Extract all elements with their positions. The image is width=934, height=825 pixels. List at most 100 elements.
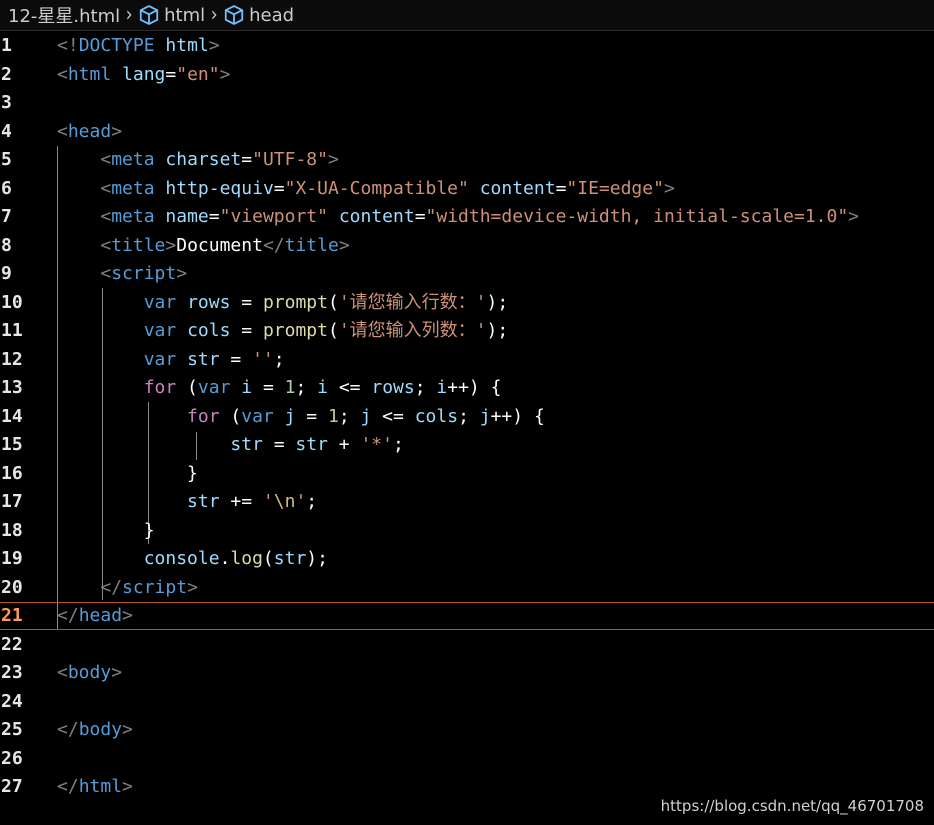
code-token: body (67, 662, 112, 683)
code-line[interactable]: 16 } (0, 460, 934, 488)
code-token: > (663, 177, 675, 199)
code-token: cols (187, 320, 231, 341)
chevron-right-icon: › (125, 3, 133, 27)
line-number: 9 (1, 263, 12, 284)
code-text: <meta charset="UTF-8"> (57, 146, 339, 174)
code-token: "width=device-width, initial-scale=1.0" (425, 206, 849, 227)
code-token: ' (295, 491, 307, 512)
code-line[interactable]: 8 <title>Document</title> (0, 232, 934, 260)
line-number: 21 (1, 605, 23, 626)
code-token: > (848, 206, 860, 227)
code-token: ++) { (490, 405, 545, 427)
code-token: ; (295, 377, 318, 398)
line-number: 1 (1, 35, 12, 56)
code-line[interactable]: 21 </head> (0, 602, 934, 630)
code-line[interactable]: 10 var rows = prompt('请您输入行数：'); (0, 289, 934, 317)
line-number: 25 (1, 719, 23, 740)
code-token: ; (458, 405, 480, 427)
code-token: "en" (176, 63, 220, 85)
code-line[interactable]: 2 <html lang="en"> (0, 61, 934, 89)
code-text: <meta http-equiv="X-UA-Compatible" conte… (57, 175, 675, 203)
code-token: str (273, 548, 307, 569)
line-number: 8 (1, 234, 12, 256)
code-token: > (327, 149, 339, 170)
code-token: html (165, 35, 209, 56)
code-token: DOCTYPE (78, 35, 155, 56)
code-token: for (187, 405, 220, 427)
breadcrumb-item-html[interactable]: html (138, 4, 205, 26)
code-line[interactable]: 19 console.log(str); (0, 545, 934, 573)
code-line[interactable]: 4 <head> (0, 118, 934, 146)
code-line[interactable]: 6 <meta http-equiv="X-UA-Compatible" con… (0, 175, 934, 203)
code-token: = (219, 348, 253, 370)
code-text: for (var j = 1; j <= cols; j++) { (57, 403, 545, 431)
code-line[interactable]: 11 var cols = prompt('请您输入列数：'); (0, 317, 934, 345)
code-line[interactable]: 26 (0, 745, 934, 773)
code-line[interactable]: 20 </script> (0, 574, 934, 602)
line-number: 2 (1, 63, 12, 85)
line-number: 16 (1, 462, 23, 484)
code-line[interactable]: 17 str += '\n'; (0, 488, 934, 516)
line-number: 20 (1, 576, 23, 598)
code-line[interactable]: 15 str = str + '*'; (0, 431, 934, 459)
code-line[interactable]: 18 } (0, 517, 934, 545)
code-token: = (230, 291, 263, 313)
line-number: 27 (1, 776, 23, 797)
code-token: title (111, 234, 166, 256)
code-line[interactable]: 24 (0, 688, 934, 716)
code-line[interactable]: 23 <body> (0, 659, 934, 687)
code-line[interactable]: 5 <meta charset="UTF-8"> (0, 146, 934, 174)
code-line[interactable]: 9 <script> (0, 260, 934, 288)
code-token: > (122, 719, 133, 740)
code-token: < (100, 206, 112, 227)
code-line[interactable]: 13 for (var i = 1; i <= rows; i++) { (0, 374, 934, 402)
code-text: } (57, 460, 198, 488)
code-line[interactable]: 25 </body> (0, 716, 934, 744)
code-token: < (57, 662, 68, 683)
code-line[interactable]: 12 var str = ''; (0, 346, 934, 374)
code-token: i (317, 377, 328, 398)
code-token: > (165, 234, 177, 256)
code-text: for (var i = 1; i <= rows; i++) { (57, 374, 502, 402)
code-text: var str = ''; (57, 346, 285, 374)
code-token: "UTF-8" (252, 149, 328, 170)
code-token: charset (165, 149, 242, 170)
code-token: = (273, 177, 285, 199)
code-token: ); (486, 320, 509, 341)
code-line[interactable]: 1 <!DOCTYPE html> (0, 32, 934, 60)
code-token: ( (327, 291, 339, 313)
code-token: Document (176, 234, 263, 256)
code-token: < (100, 149, 112, 170)
code-token: for (143, 377, 177, 398)
code-token: script (111, 263, 177, 284)
code-token: ; (273, 348, 285, 370)
breadcrumb-item-head[interactable]: head (223, 4, 294, 26)
code-token: meta (111, 177, 155, 199)
code-line[interactable]: 7 <meta name="viewport" content="width=d… (0, 203, 934, 231)
code-text: <title>Document</title> (57, 232, 349, 260)
code-token: 1 (284, 377, 296, 398)
line-number: 5 (1, 149, 12, 170)
code-line[interactable]: 3 (0, 89, 934, 117)
code-line[interactable]: 22 (0, 631, 934, 659)
code-token: < (100, 263, 112, 284)
code-text: <body> (57, 659, 122, 687)
code-line[interactable]: 14 for (var j = 1; j <= cols; j++) { (0, 403, 934, 431)
line-number: 17 (1, 491, 23, 512)
breadcrumb-file[interactable]: 12-星星.html (8, 2, 120, 28)
code-token: = (230, 320, 263, 341)
code-token: = (555, 177, 567, 199)
code-token: var (241, 405, 274, 427)
line-number: 14 (1, 405, 23, 427)
line-number: 23 (1, 662, 23, 683)
code-text: str = str + '*'; (57, 431, 403, 459)
code-editor[interactable]: 1 <!DOCTYPE html> 2 <html lang="en"> 3 4 <head… (0, 32, 934, 825)
code-text: <head> (57, 118, 122, 146)
